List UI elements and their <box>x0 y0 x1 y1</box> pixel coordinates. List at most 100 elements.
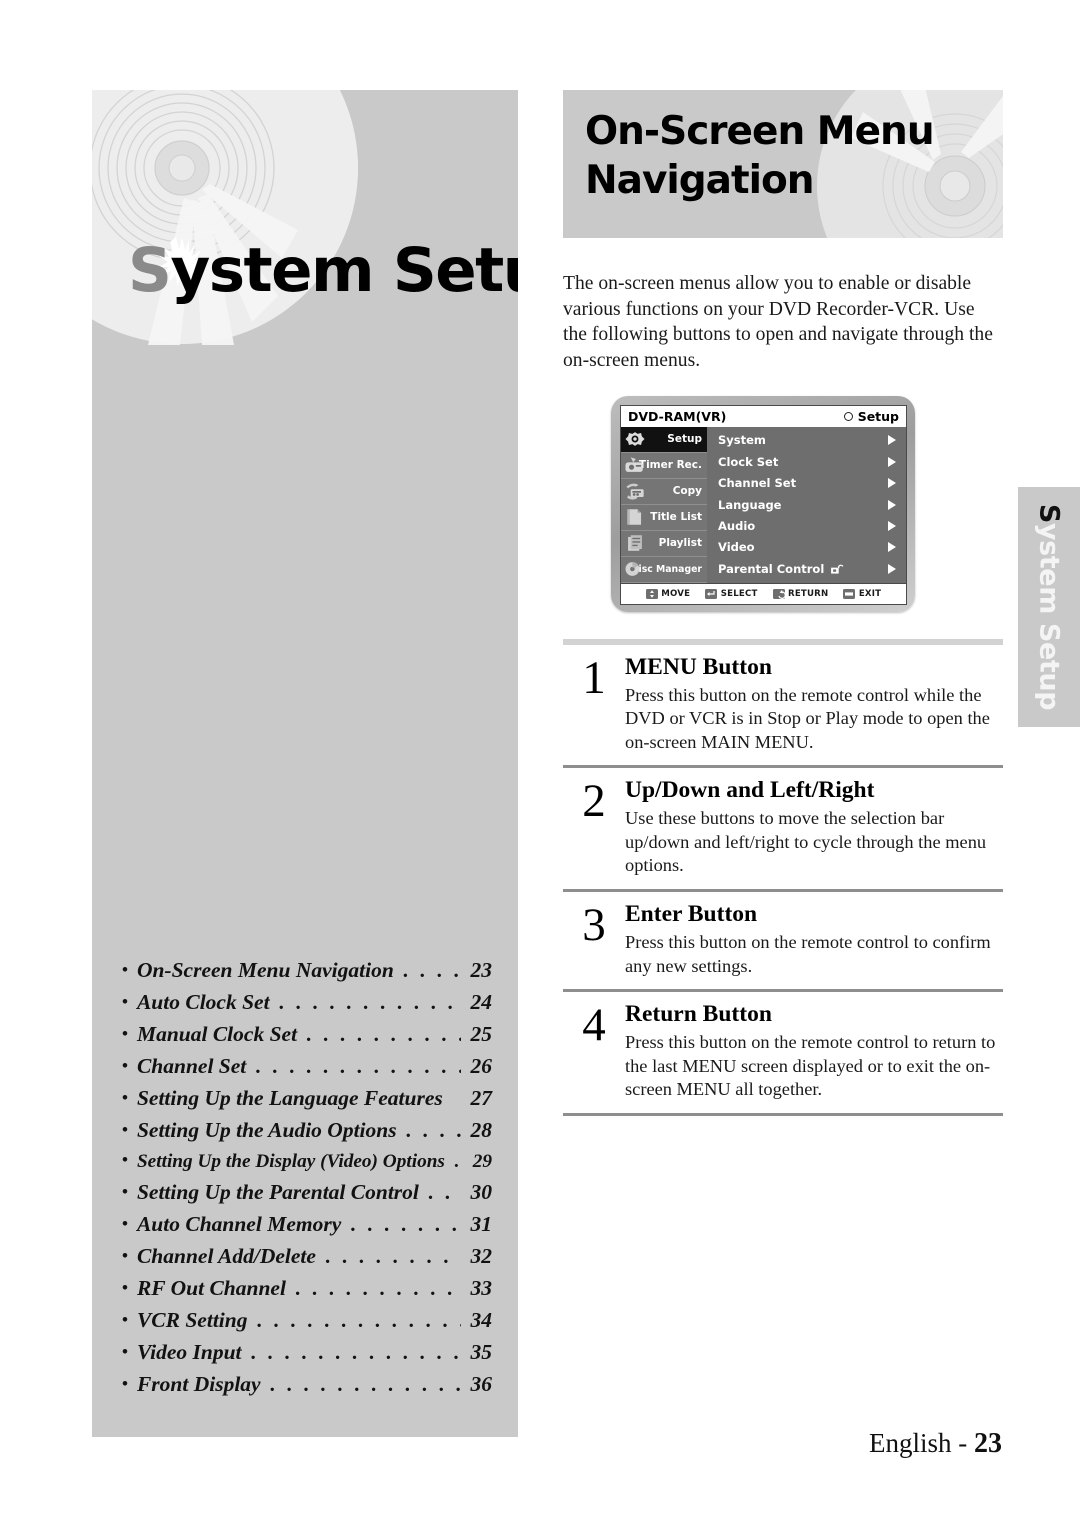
osd-sidebar-label: Setup <box>667 433 702 446</box>
osd-sidebar-item-title-list[interactable]: Title List <box>621 504 707 531</box>
chevron-right-icon <box>888 435 896 446</box>
toc-entry-label: Front Display <box>136 1371 261 1396</box>
toc-leader-dots: . . . . . . . . . . . . . . <box>278 992 461 1013</box>
osd-menu-label: Clock Set <box>718 454 779 469</box>
chapter-title: System Setup <box>128 235 518 306</box>
intro-paragraph: The on-screen menus allow you to enable … <box>563 273 993 371</box>
bullet-icon: • <box>122 1056 128 1075</box>
toc-entry-page: 34 <box>470 1307 493 1332</box>
toc-entry-page: 24 <box>470 990 493 1014</box>
thumb-tab-rest: ystem Setup <box>1033 522 1065 711</box>
playlist-icon <box>628 535 642 551</box>
osd-menu-item-language[interactable]: Language <box>707 494 906 515</box>
toc-entry[interactable]: • Setting Up the Audio Options . . . . 2… <box>122 1118 492 1142</box>
osd-sidebar-item-setup[interactable]: Setup <box>621 426 707 453</box>
section-thumb-tab: System Setup <box>1018 487 1080 727</box>
osd-sidebar-item-disc-manager[interactable]: Disc Manager <box>621 556 707 583</box>
toc-entry[interactable]: • Channel Add/Delete . . . . . . . . . .… <box>122 1245 492 1268</box>
toc-leader-dots: . . . . . . . . . . . . . . . . <box>256 1309 461 1331</box>
osd-footer-select[interactable]: SELECT <box>705 588 757 599</box>
bullet-icon: • <box>122 1341 128 1361</box>
toc-entry[interactable]: • Channel Set . . . . . . . . . . . . . … <box>122 1054 492 1078</box>
toc-entry-label: Setting Up the Language Features <box>136 1086 443 1110</box>
steps-list: 1 MENU Button Press this button on the r… <box>563 638 1003 1116</box>
toc-leader-dots: . . . . . . . . . . . . . . . . <box>255 1056 461 1077</box>
osd-menu-item-channel-set[interactable]: Channel Set <box>707 472 906 493</box>
step-item-3: 3 Enter Button Press this button on the … <box>563 892 1003 989</box>
osd-sidebar-item-copy[interactable]: Copy <box>621 478 707 505</box>
osd-footer-label: MOVE <box>661 588 691 599</box>
osd-sidebar-item-playlist[interactable]: Playlist <box>621 530 707 557</box>
unlocked-padlock-icon <box>831 564 844 574</box>
bullet-icon: • <box>122 960 128 979</box>
osd-footer-exit[interactable]: EXIT <box>843 588 881 599</box>
toc-entry-page: 23 <box>470 958 493 982</box>
step-item-2: 2 Up/Down and Left/Right Use these butto… <box>563 768 1003 889</box>
osd-sidebar-item-timer-rec[interactable]: Timer Rec. <box>621 452 707 479</box>
bullet-icon: • <box>122 1373 128 1393</box>
toc-entry-page: 33 <box>470 1275 493 1300</box>
toc-entry[interactable]: • Setting Up the Parental Control . . . … <box>122 1179 493 1204</box>
osd-menu-item-audio[interactable]: Audio <box>707 515 906 536</box>
chevron-right-icon <box>888 563 896 574</box>
toc-entry-label: RF Out Channel <box>136 1275 286 1300</box>
chapter-title-rest: ystem Setup <box>170 235 518 306</box>
osd-sidebar-label: Copy <box>672 485 702 498</box>
step-item-4: 4 Return Button Press this button on the… <box>563 992 1003 1113</box>
toc-entry[interactable]: • On-Screen Menu Navigation . . . . . 23 <box>122 958 493 982</box>
toc-entry-label: Manual Clock Set <box>136 1022 298 1046</box>
toc-leader-dots: . . . . . <box>402 960 461 981</box>
thumb-tab-initial: S <box>1033 503 1065 523</box>
chapter-panel: System Setup • On-Screen Menu Navigation… <box>92 90 518 1437</box>
enter-key-icon <box>705 588 718 599</box>
toc-entry-label: Channel Set <box>136 1054 247 1078</box>
toc-entry[interactable]: • Auto Channel Memory . . . . . . . . . … <box>122 1213 492 1236</box>
toc-entry-page: 29 <box>472 1151 492 1172</box>
bullet-icon: • <box>122 1213 128 1233</box>
osd-mode-label: Setup <box>857 408 899 424</box>
bullet-icon: • <box>122 1088 128 1107</box>
exit-key-icon <box>843 588 856 599</box>
toc-entry-label: Setting Up the Parental Control <box>136 1179 419 1204</box>
toc-entry-label: VCR Setting <box>136 1307 248 1332</box>
toc-entry-page: 25 <box>470 1022 493 1046</box>
toc-leader-dots: . . . . . . . . . . . <box>324 1245 461 1267</box>
osd-footer-return[interactable]: RETURN <box>772 588 829 599</box>
osd-menu-item-clock-set[interactable]: Clock Set <box>707 451 906 472</box>
osd-mode-bullet-icon <box>843 411 853 421</box>
toc-entry[interactable]: • VCR Setting . . . . . . . . . . . . . … <box>122 1307 493 1332</box>
toc-entry-label: Setting Up the Audio Options <box>136 1118 397 1142</box>
osd-sidebar-label: Timer Rec. <box>638 459 702 472</box>
toc-entry-page: 30 <box>470 1179 493 1204</box>
osd-menu-item-system[interactable]: System <box>707 430 906 451</box>
osd-menu-label: System <box>718 433 766 448</box>
toc-entry-page: 27 <box>470 1086 493 1110</box>
step-text: Press this button on the remote control … <box>625 684 990 752</box>
table-of-contents: • On-Screen Menu Navigation . . . . . 23… <box>92 958 518 1406</box>
step-number: 4 <box>582 999 606 1052</box>
osd-disc-label: DVD-RAM(VR) <box>628 408 727 424</box>
toc-leader-dots: . . . . . . . . . . . . . . <box>294 1277 461 1299</box>
osd-menu-item-parental-control[interactable]: Parental Control <box>707 558 906 579</box>
title-list-icon <box>627 509 642 525</box>
page-footer: English - 23 <box>869 1428 1002 1460</box>
bullet-icon: • <box>122 1309 128 1329</box>
osd-screen: DVD-RAM(VR) Setup Setup Timer Rec. Copy … <box>620 404 907 605</box>
bullet-icon: • <box>122 1181 128 1201</box>
toc-entry-page: 35 <box>470 1339 493 1364</box>
toc-entry[interactable]: • RF Out Channel . . . . . . . . . . . .… <box>122 1275 493 1300</box>
step-number: 2 <box>582 775 606 828</box>
toc-entry[interactable]: • Setting Up the Language Features 27 <box>122 1086 493 1110</box>
osd-menu-label: Channel Set <box>718 476 797 491</box>
toc-entry[interactable]: • Video Input . . . . . . . . . . . . . … <box>122 1339 493 1364</box>
toc-entry[interactable]: • Setting Up the Display (Video) Options… <box>122 1151 492 1172</box>
toc-entry[interactable]: • Auto Clock Set . . . . . . . . . . . .… <box>122 990 493 1014</box>
toc-entry[interactable]: • Manual Clock Set . . . . . . . . . . .… <box>122 1022 493 1046</box>
step-text: Press this button on the remote control … <box>625 931 991 976</box>
osd-footer-bar: MOVE SELECT RETURN EXIT <box>621 582 906 604</box>
osd-menu-item-video[interactable]: Video <box>707 537 906 558</box>
toc-leader-dots: . . . . . . . . . . . . <box>306 1024 461 1045</box>
osd-footer-move[interactable]: MOVE <box>645 588 691 599</box>
toc-entry[interactable]: • Front Display . . . . . . . . . . . . … <box>122 1371 492 1396</box>
step-heading: MENU Button <box>625 653 772 680</box>
